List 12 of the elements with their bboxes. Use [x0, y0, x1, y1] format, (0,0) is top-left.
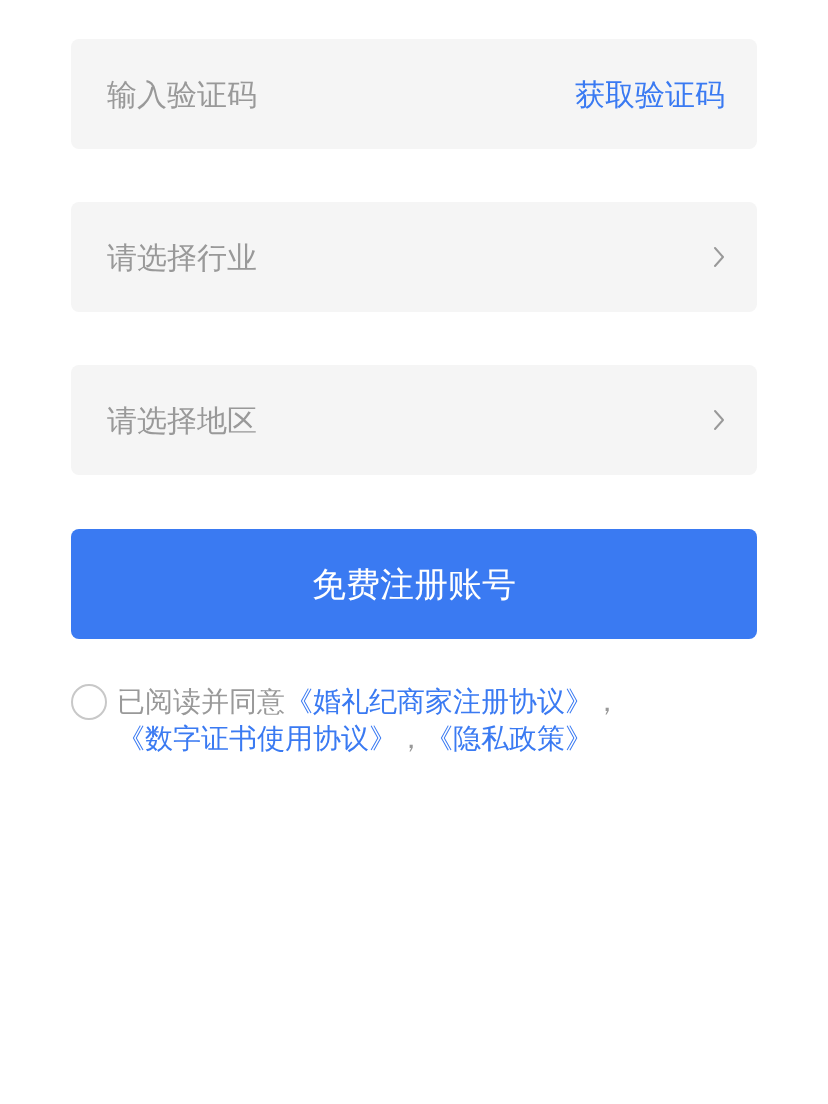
chevron-right-icon [713, 409, 725, 431]
register-button[interactable]: 免费注册账号 [71, 529, 757, 639]
select-field[interactable]: 请选择地区 [71, 365, 757, 475]
agreement-checkbox[interactable] [71, 684, 107, 720]
get-code-button[interactable]: 获取验证码 [575, 71, 725, 117]
verification-code-field[interactable]: 输入验证码 获取验证码 [71, 39, 757, 149]
agreement-link[interactable]: 《婚礼纪商家注册协议》 [285, 686, 593, 717]
agreement-link[interactable]: 《隐私政策》 [425, 723, 593, 754]
select-field[interactable]: 请选择行业 [71, 202, 757, 312]
agreement-link[interactable]: 《数字证书使用协议》 [117, 723, 397, 754]
chevron-right-icon [713, 246, 725, 268]
agreement-text: 已阅读并同意《婚礼纪商家注册协议》， 《数字证书使用协议》，《隐私政策》 [117, 685, 622, 756]
